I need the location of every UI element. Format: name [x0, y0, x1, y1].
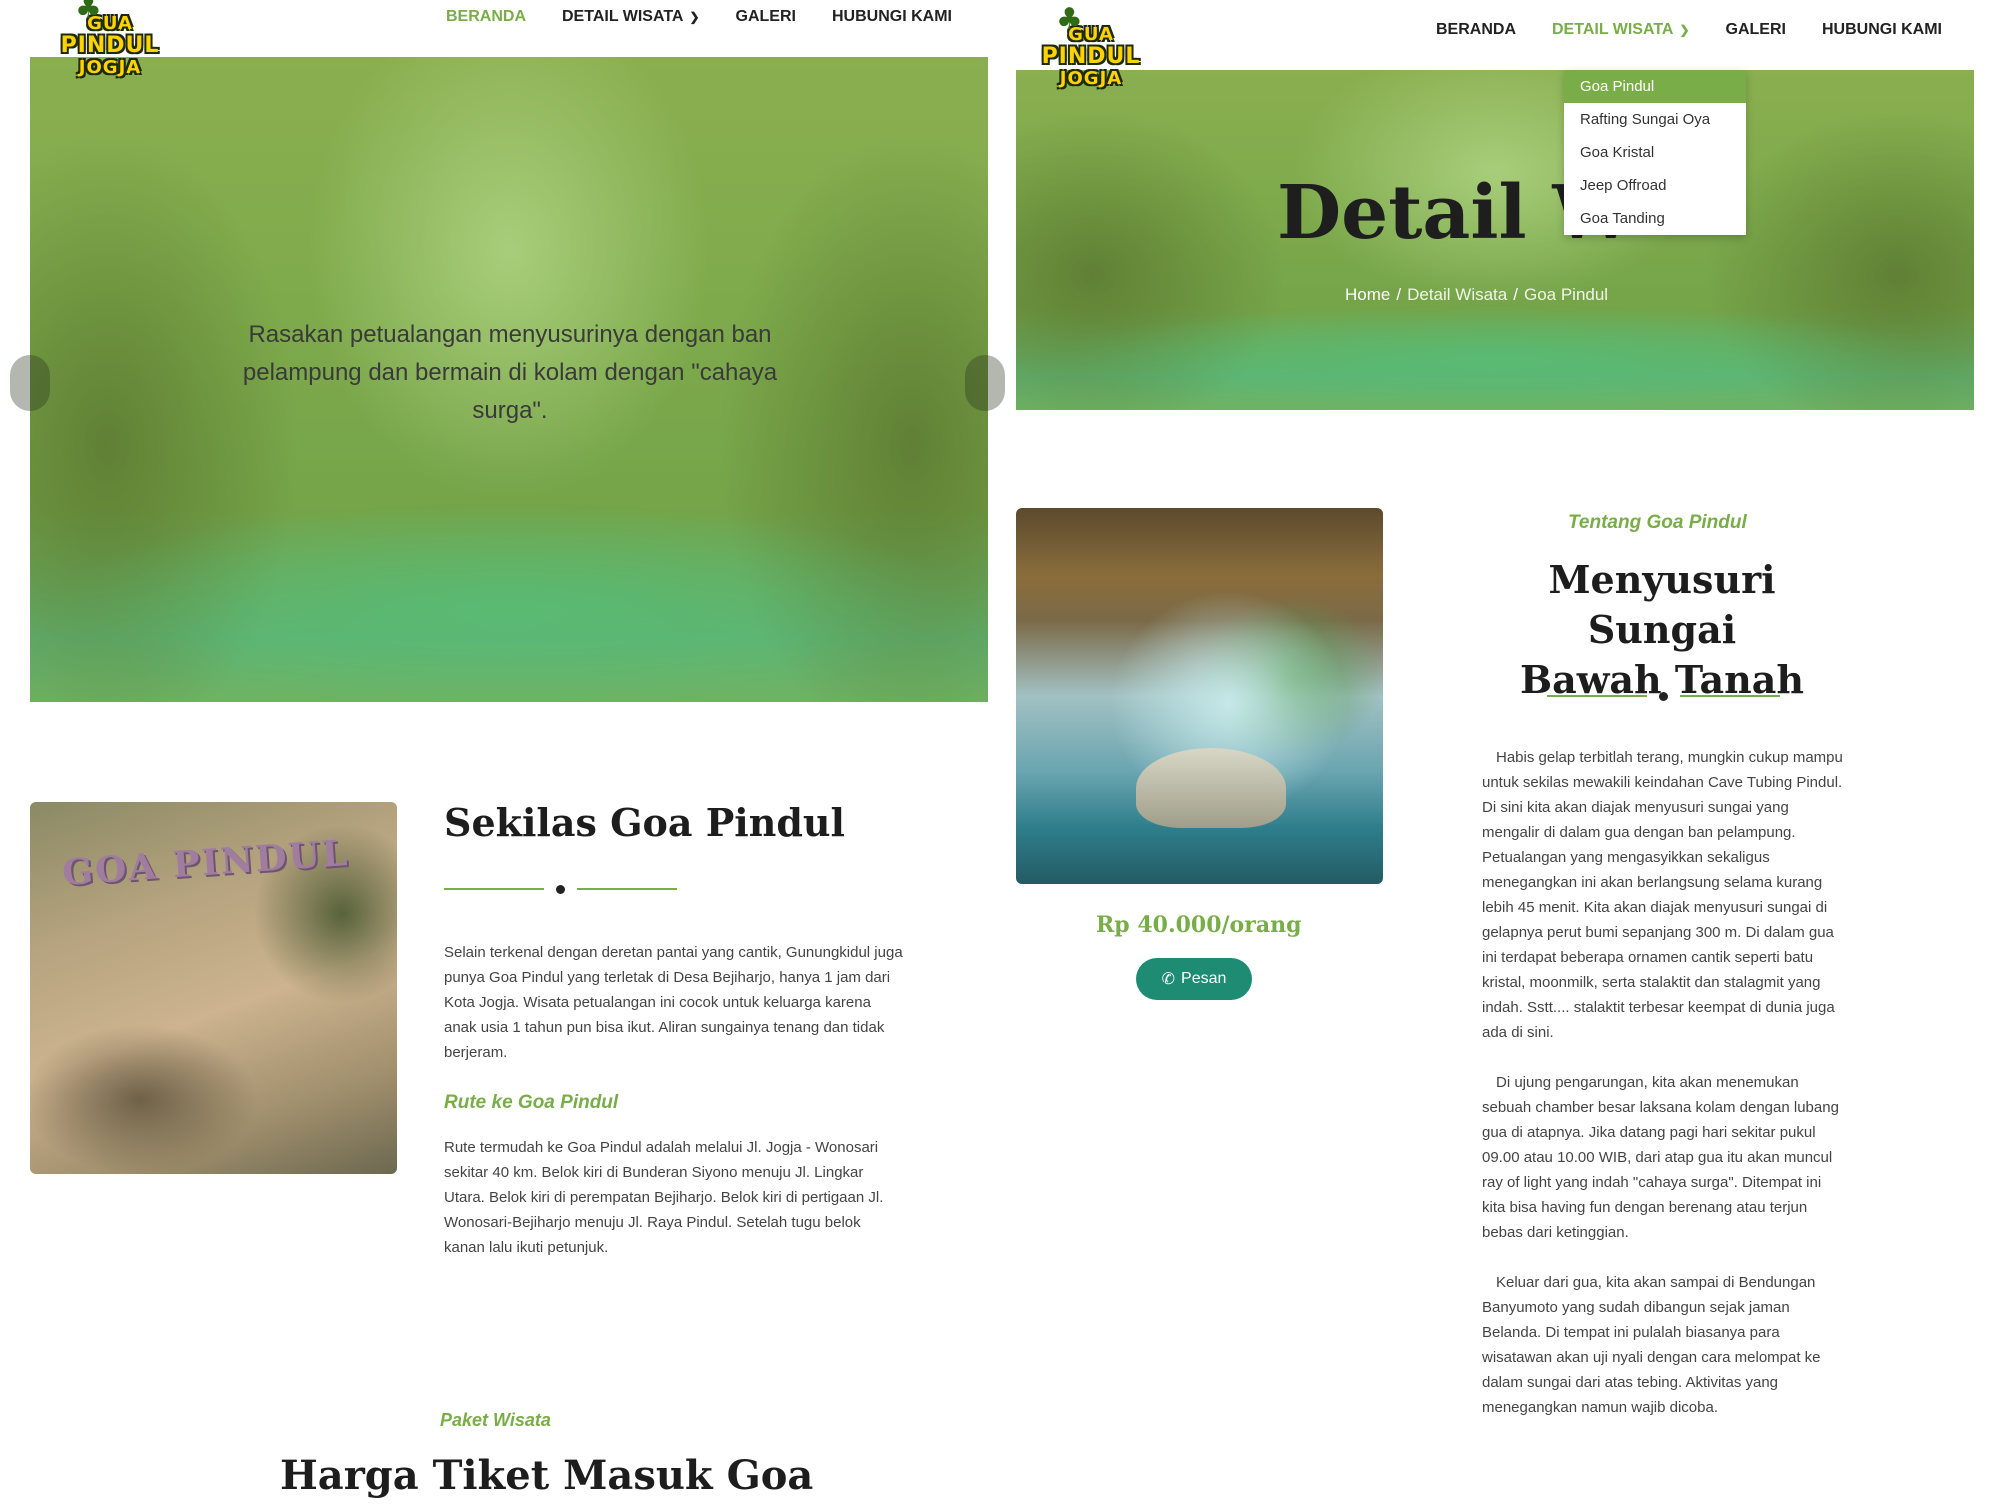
- order-button[interactable]: ✆ Pesan: [1136, 958, 1252, 1000]
- nav-detail-wisata-label: DETAIL WISATA: [562, 8, 684, 25]
- site-logo[interactable]: ♣ GUA PINDUL JOGJA: [35, 0, 185, 85]
- nav-detail-wisata-label: DETAIL WISATA: [1552, 21, 1674, 38]
- photo-sign-text: GOA PINDUL: [60, 832, 351, 894]
- dropdown-item-goa-kristal[interactable]: Goa Kristal: [1564, 136, 1746, 169]
- main-nav-right: BERANDA DETAIL WISATA ❯ GALERI HUBUNGI K…: [1436, 21, 1942, 39]
- chevron-down-icon: ❯: [1679, 23, 1690, 37]
- breadcrumb-detail-wisata[interactable]: Detail Wisata: [1407, 285, 1507, 305]
- chevron-down-icon: ❯: [689, 10, 700, 24]
- slider-next-arrow[interactable]: [965, 355, 1005, 411]
- nav-galeri[interactable]: GALERI: [1726, 21, 1786, 39]
- tour-price: Rp 40.000/orang: [1096, 912, 1302, 938]
- slider-prev-arrow[interactable]: [10, 355, 50, 411]
- goa-pindul-photo: GOA PINDUL: [30, 802, 397, 1174]
- about-text: Habis gelap terbitlah terang, mungkin cu…: [1482, 745, 1844, 1420]
- nav-detail-wisata[interactable]: DETAIL WISATA ❯: [562, 8, 700, 26]
- sekilas-paragraph: Selain terkenal dengan deretan pantai ya…: [444, 944, 903, 1061]
- nav-hubungi-kami[interactable]: HUBUNGI KAMI: [1822, 21, 1942, 39]
- paket-title: Harga Tiket Masuk Goa: [280, 1452, 814, 1499]
- dropdown-item-rafting-sungai-oya[interactable]: Rafting Sungai Oya: [1564, 103, 1746, 136]
- about-title-line-1: Menyusuri Sungai: [1548, 557, 1776, 652]
- nav-hubungi-kami[interactable]: HUBUNGI KAMI: [832, 8, 952, 26]
- hero-caption: Rasakan petualangan menyusurinya dengan …: [242, 321, 778, 424]
- route-paragraph: Rute termudah ke Goa Pindul adalah melal…: [444, 1139, 884, 1256]
- left-page: Rasakan petualangan menyusurinya dengan …: [0, 0, 1005, 1509]
- breadcrumb-separator: /: [1396, 285, 1402, 304]
- breadcrumb-home[interactable]: Home: [1345, 285, 1390, 305]
- order-button-label: Pesan: [1181, 970, 1227, 987]
- about-subtitle: Tentang Goa Pindul: [1568, 512, 1747, 533]
- cave-rock: [1136, 748, 1286, 828]
- paket-subtitle: Paket Wisata: [440, 1410, 551, 1430]
- dropdown-item-goa-pindul[interactable]: Goa Pindul: [1564, 70, 1746, 103]
- about-paragraph: Habis gelap terbitlah terang, mungkin cu…: [1482, 749, 1843, 1041]
- palm-icon: ♣: [1056, 2, 1083, 37]
- cave-photo: [1016, 508, 1383, 884]
- site-logo-right[interactable]: ♣ GUA PINDUL JOGJA: [1016, 2, 1166, 96]
- about-paragraph: Di ujung pengarungan, kita akan menemuka…: [1482, 1074, 1839, 1241]
- detail-wisata-dropdown: Goa Pindul Rafting Sungai Oya Goa Krista…: [1564, 70, 1746, 235]
- breadcrumb: Home / Detail Wisata / Goa Pindul: [1345, 285, 1608, 305]
- about-divider: [1547, 690, 1780, 702]
- nav-beranda[interactable]: BERANDA: [446, 8, 526, 26]
- dropdown-item-goa-tanding[interactable]: Goa Tanding: [1564, 202, 1746, 235]
- nav-beranda[interactable]: BERANDA: [1436, 21, 1516, 39]
- palm-icon: ♣: [75, 0, 102, 26]
- main-nav: BERANDA DETAIL WISATA ❯ GALERI HUBUNGI K…: [446, 8, 952, 26]
- whatsapp-icon: ✆: [1161, 971, 1176, 988]
- dropdown-item-jeep-offroad[interactable]: Jeep Offroad: [1564, 169, 1746, 202]
- about-title: Menyusuri Sungai Bawah Tanah: [1482, 555, 1842, 705]
- breadcrumb-current: Goa Pindul: [1523, 285, 1609, 304]
- breadcrumb-separator: /: [1513, 285, 1518, 304]
- nav-galeri[interactable]: GALERI: [736, 8, 796, 26]
- about-paragraph: Keluar dari gua, kita akan sampai di Ben…: [1482, 1274, 1821, 1416]
- nav-detail-wisata[interactable]: DETAIL WISATA ❯: [1552, 21, 1690, 39]
- route-heading: Rute ke Goa Pindul: [444, 1092, 619, 1113]
- sekilas-title: Sekilas Goa Pindul: [444, 800, 845, 845]
- sekilas-divider: [444, 883, 677, 895]
